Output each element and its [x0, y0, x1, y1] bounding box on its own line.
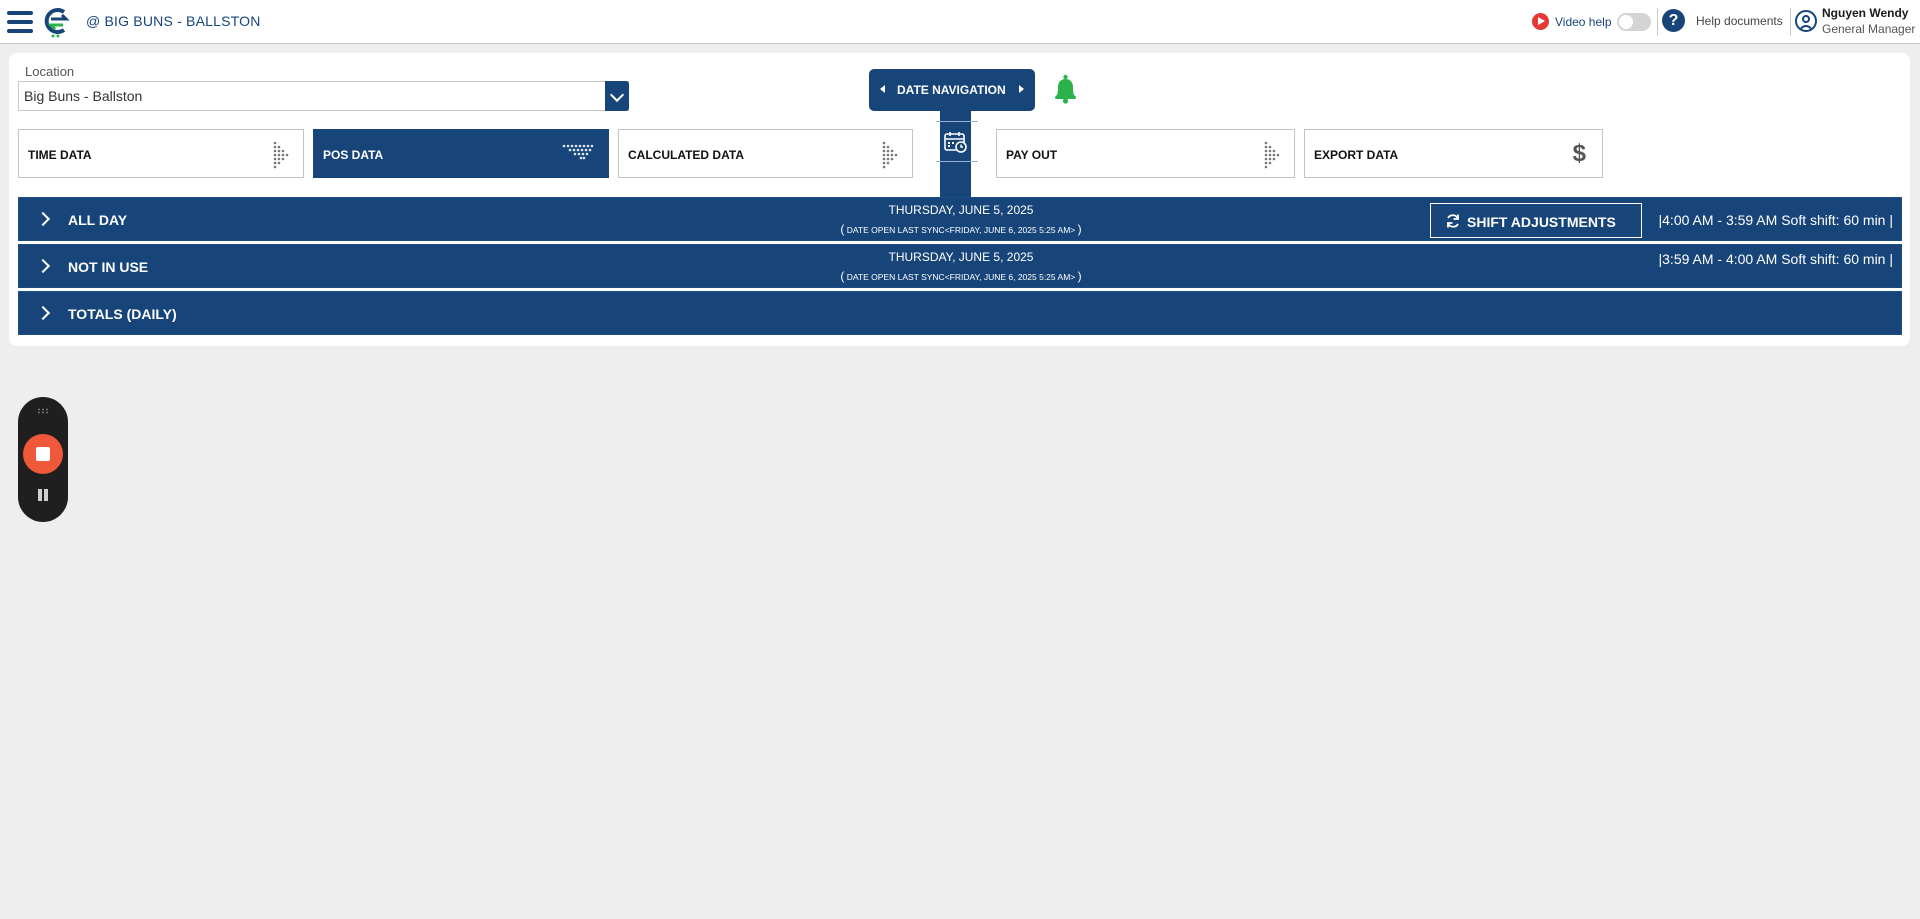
- bell-icon[interactable]: [1053, 74, 1078, 104]
- chevron-right-icon[interactable]: [35, 305, 51, 321]
- shift-adjustments-label: SHIFT ADJUSTMENTS: [1467, 214, 1616, 230]
- user-icon[interactable]: [1795, 10, 1817, 32]
- arrow-right-icon: [273, 141, 289, 169]
- video-help-label: Video help: [1555, 14, 1612, 29]
- location-value: Big Buns - Ballston: [24, 88, 143, 104]
- video-help-toggle[interactable]: [1617, 13, 1651, 31]
- stop-recording-button[interactable]: [23, 434, 63, 474]
- menu-icon[interactable]: [7, 11, 33, 33]
- user-name: Nguyen Wendy: [1822, 6, 1909, 20]
- next-date-icon[interactable]: [1019, 85, 1024, 93]
- tab-export-data[interactable]: EXPORT DATA $: [1304, 129, 1603, 178]
- screen-recorder-widget: [18, 397, 68, 522]
- user-role: General Manager: [1822, 22, 1916, 36]
- divider: [1790, 8, 1791, 36]
- tab-calculated-data[interactable]: CALCULATED DATA: [618, 129, 913, 178]
- tab-label: PAY OUT: [1006, 148, 1058, 162]
- divider: [936, 121, 978, 122]
- date-navigation-button[interactable]: DATE NAVIGATION: [869, 69, 1035, 111]
- tab-pos-data[interactable]: POS DATA: [313, 129, 609, 178]
- help-documents-link[interactable]: Help documents: [1696, 14, 1783, 28]
- tab-label: EXPORT DATA: [1314, 148, 1399, 162]
- location-select[interactable]: Big Buns - Ballston: [18, 81, 629, 111]
- row-sync-status: ( DATE OPEN LAST SYNC<FRIDAY, JUNE 6, 20…: [840, 269, 1082, 283]
- logo[interactable]: [42, 6, 72, 38]
- calendar-clock-icon[interactable]: [944, 131, 968, 153]
- date-navigation-label: DATE NAVIGATION: [897, 83, 1006, 97]
- drag-handle-icon[interactable]: [37, 408, 49, 414]
- location-label: Location: [25, 64, 75, 79]
- video-help-button[interactable]: Video help: [1532, 13, 1612, 30]
- dollar-icon: $: [1572, 140, 1586, 167]
- row-title[interactable]: TOTALS (DAILY): [68, 306, 177, 322]
- tab-pay-out[interactable]: PAY OUT: [996, 129, 1295, 178]
- date-nav-connector: [940, 111, 971, 197]
- arrow-right-icon: [1264, 141, 1280, 169]
- tab-time-data[interactable]: TIME DATA: [18, 129, 304, 178]
- site-name: @ BIG BUNS - BALLSTON: [86, 13, 261, 29]
- arrow-right-icon: [882, 141, 898, 169]
- tab-label: TIME DATA: [28, 148, 92, 162]
- prev-date-icon[interactable]: [880, 85, 885, 93]
- tab-label: CALCULATED DATA: [628, 148, 744, 162]
- shift-hours: |4:00 AM - 3:59 AM Soft shift: 60 min |: [1658, 212, 1894, 228]
- pause-icon[interactable]: [37, 489, 49, 501]
- chevron-down-icon[interactable]: [605, 81, 629, 111]
- top-bar: @ BIG BUNS - BALLSTON Video help ? Help …: [0, 0, 1920, 44]
- play-icon: [1532, 13, 1549, 30]
- row-totals-daily[interactable]: TOTALS (DAILY): [18, 291, 1902, 335]
- divider: [1657, 8, 1658, 36]
- row-not-in-use[interactable]: NOT IN USE THURSDAY, JUNE 5, 2025 ( DATE…: [18, 244, 1902, 288]
- help-icon[interactable]: ?: [1662, 9, 1685, 32]
- refresh-icon: [1447, 214, 1459, 228]
- arrow-down-icon: [562, 144, 594, 160]
- shift-adjustments-button[interactable]: SHIFT ADJUSTMENTS: [1430, 203, 1642, 238]
- shift-hours: |3:59 AM - 4:00 AM Soft shift: 60 min |: [1658, 251, 1894, 267]
- tab-label: POS DATA: [323, 148, 384, 162]
- divider: [936, 161, 978, 162]
- row-date: THURSDAY, JUNE 5, 2025: [888, 250, 1034, 264]
